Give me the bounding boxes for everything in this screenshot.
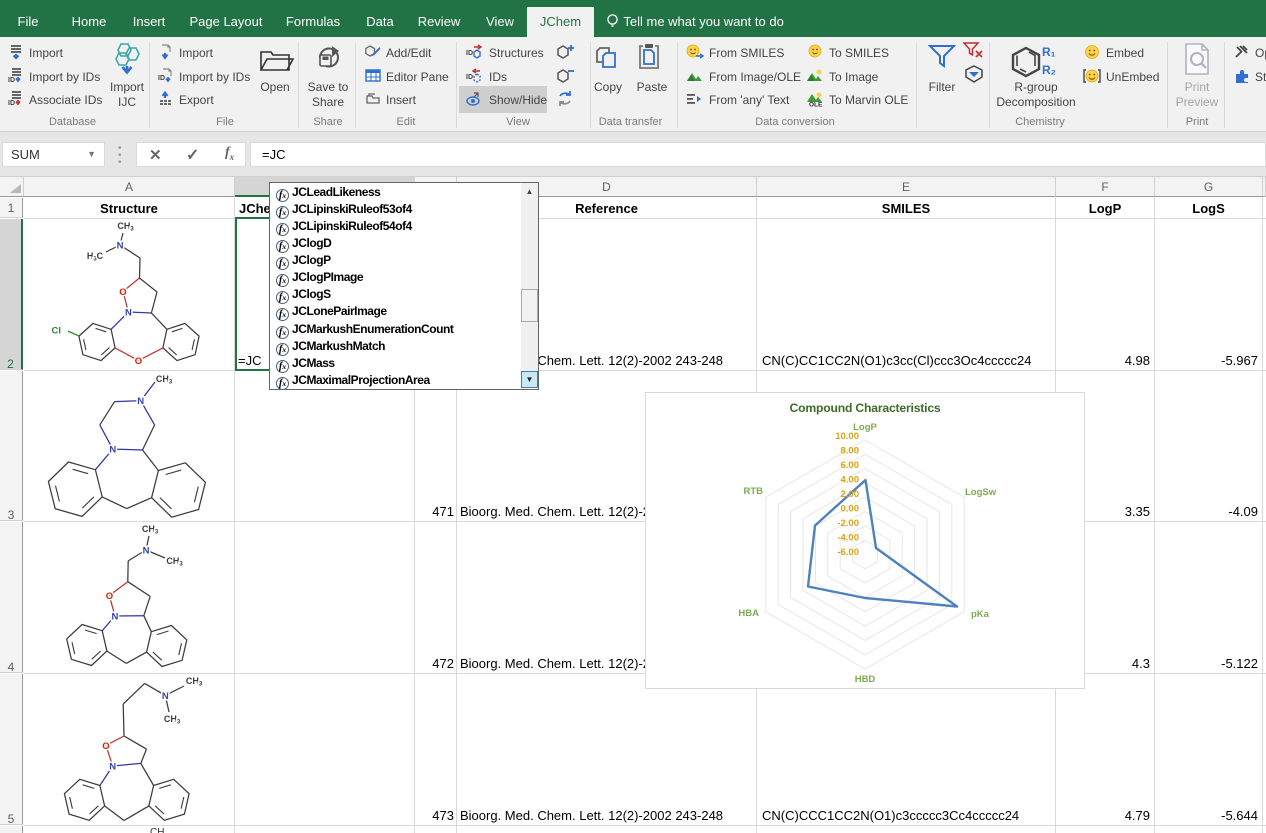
- svg-text:CH3: CH3: [186, 676, 203, 688]
- svg-text:O: O: [102, 741, 109, 752]
- svg-text:CH3: CH3: [166, 556, 183, 568]
- svg-text:pKa: pKa: [971, 609, 990, 620]
- svg-text:ID: ID: [466, 74, 473, 81]
- svg-text:O: O: [135, 356, 142, 367]
- svg-text:HBA: HBA: [738, 608, 759, 619]
- svg-text:8.00: 8.00: [841, 446, 860, 457]
- svg-text:10.00: 10.00: [835, 431, 859, 442]
- svg-text:CH3: CH3: [142, 524, 159, 536]
- svg-text:ID: ID: [8, 100, 15, 107]
- svg-text:N: N: [125, 308, 132, 319]
- svg-text:O: O: [119, 287, 126, 298]
- svg-text:OLE: OLE: [809, 102, 823, 108]
- svg-text:R₁: R₁: [1042, 45, 1056, 59]
- svg-text:2.00: 2.00: [841, 489, 860, 500]
- svg-text:4.00: 4.00: [841, 475, 860, 486]
- svg-text:-6.00: -6.00: [837, 547, 859, 558]
- svg-text:LogSw: LogSw: [965, 487, 997, 498]
- svg-text:R₂: R₂: [1042, 63, 1056, 77]
- svg-text:6.00: 6.00: [841, 460, 860, 471]
- svg-text:H3C: H3C: [87, 251, 104, 263]
- svg-text:-2.00: -2.00: [837, 518, 859, 529]
- svg-text:Compound Characteristics: Compound Characteristics: [790, 401, 941, 415]
- svg-text:ID: ID: [158, 75, 165, 82]
- svg-text:O: O: [106, 591, 113, 602]
- svg-text:N: N: [117, 241, 124, 252]
- svg-text:Cl: Cl: [52, 325, 62, 336]
- svg-text:HBD: HBD: [855, 674, 876, 685]
- svg-text:N: N: [137, 396, 144, 407]
- svg-text:CH3: CH3: [156, 374, 173, 386]
- svg-text:RTB: RTB: [743, 486, 763, 497]
- svg-text:ID: ID: [466, 50, 473, 57]
- svg-text:CH3: CH3: [164, 714, 181, 726]
- svg-text:-4.00: -4.00: [837, 533, 859, 544]
- svg-text:N: N: [109, 445, 116, 456]
- svg-text:N: N: [109, 761, 116, 772]
- svg-text:CH3: CH3: [117, 221, 134, 233]
- svg-text:N: N: [162, 691, 169, 702]
- svg-text:N: N: [111, 612, 118, 623]
- svg-text:N: N: [143, 545, 150, 556]
- svg-text:ID: ID: [8, 77, 15, 84]
- svg-text:0.00: 0.00: [841, 504, 860, 515]
